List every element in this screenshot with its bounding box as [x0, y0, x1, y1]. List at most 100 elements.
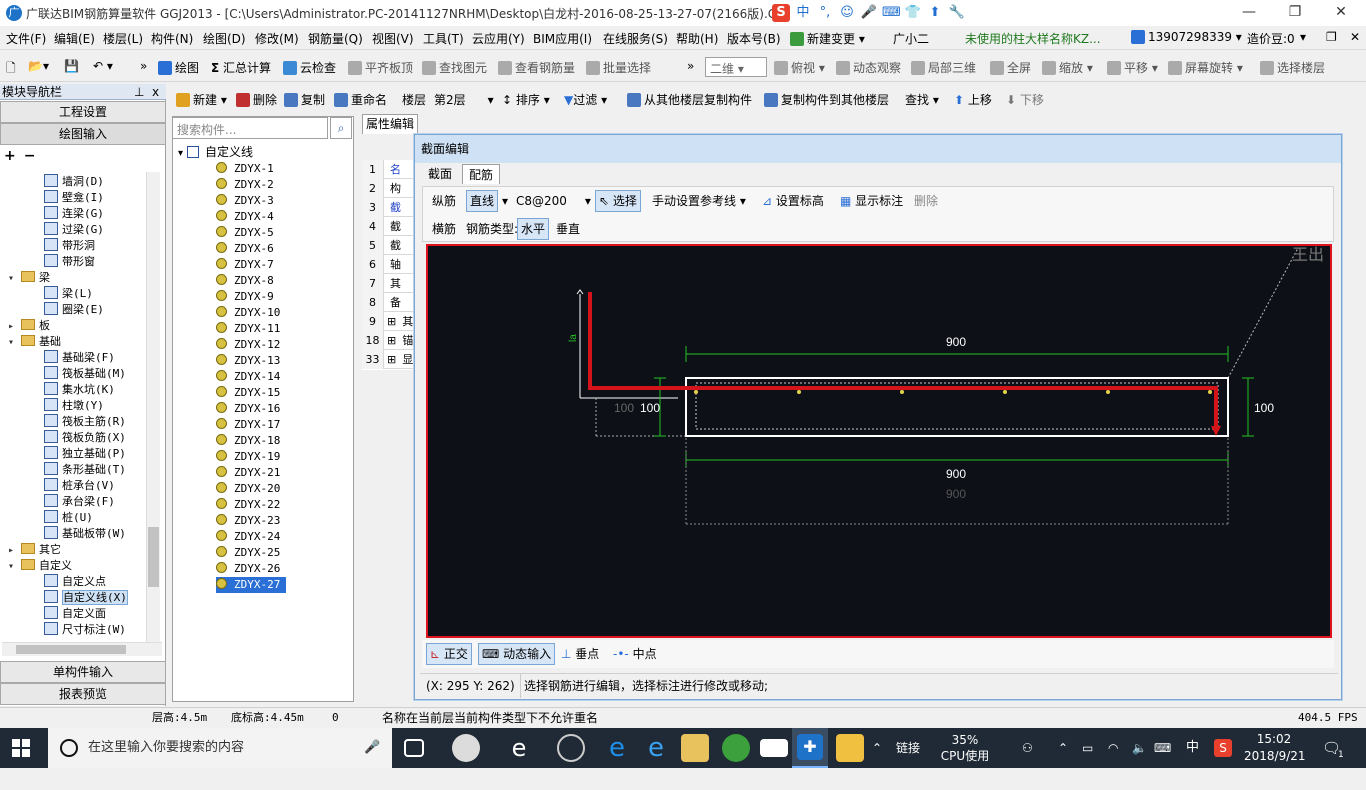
menu-close-icon[interactable]: ✕ [1350, 30, 1360, 44]
rotate-button[interactable]: 屏幕旋转 ▾ [1168, 59, 1243, 76]
module-tree-item[interactable]: 自定义点 [44, 574, 106, 590]
save-icon[interactable]: 💾 [64, 59, 79, 73]
menu-tools[interactable]: 工具(T) [423, 30, 464, 47]
module-tree-item[interactable]: 过梁(G) [44, 222, 104, 238]
set-elevation-button[interactable]: ⊿ 设置标高 [759, 191, 827, 213]
module-tree-item[interactable]: 墙洞(D) [44, 174, 104, 190]
view-mode-select[interactable]: 二维 ▾ [705, 57, 767, 77]
new-file-icon[interactable]: 🗋 [6, 59, 16, 80]
component-list-item[interactable]: ZDYX-15 [216, 385, 280, 401]
ime-voice-icon[interactable]: 🎤 [860, 4, 878, 22]
file-explorer-icon[interactable] [681, 734, 709, 762]
module-tree-item[interactable]: 桩(U) [44, 510, 93, 526]
component-list-item[interactable]: ZDYX-8 [216, 273, 274, 289]
expand-plus-icon[interactable]: ⊞ [387, 334, 396, 347]
cloud-check-button[interactable]: 云检查 [283, 59, 336, 76]
taskbar-search-input[interactable]: 在这里输入你要搜索的内容 🎤 [48, 728, 392, 768]
fan-app-icon[interactable] [452, 734, 480, 762]
component-list-item[interactable]: ZDYX-6 [216, 241, 274, 257]
module-tree-item[interactable]: 基础板带(W) [44, 526, 126, 542]
ime-keyboard-icon[interactable]: ⌨ [882, 4, 901, 22]
floor-select[interactable]: 第2层 ▾ [434, 91, 494, 108]
component-list-item[interactable]: ZDYX-2 [216, 177, 274, 193]
component-list-item[interactable]: ZDYX-23 [216, 513, 280, 529]
module-tree-item[interactable]: 自定义面 [44, 606, 106, 622]
pin-icon[interactable]: ⊥ [134, 84, 144, 100]
level-slab-button[interactable]: 平齐板顶 [348, 59, 413, 76]
menu-online[interactable]: 在线服务(S) [603, 30, 668, 47]
menu-file[interactable]: 文件(F) [6, 30, 46, 47]
module-tree-item[interactable]: 梁(L) [44, 286, 93, 302]
ime-toolbar[interactable]: S 中 °, ☺ 🎤 ⌨ 👕 ⬆ 🔧 [772, 3, 966, 23]
vertical-button[interactable]: 垂直 [553, 219, 583, 241]
copy-component-button[interactable]: 复制 [284, 91, 325, 108]
module-tree-item[interactable]: 筏板主筋(R) [44, 414, 126, 430]
line-mode-dropdown-icon[interactable]: ▾ [499, 191, 511, 213]
search-icon[interactable]: ⌕ [330, 117, 352, 139]
ime-skin-icon[interactable]: 👕 [904, 4, 922, 22]
property-row[interactable]: 3截 [362, 198, 416, 217]
menu-modify[interactable]: 修改(M) [255, 30, 299, 47]
component-list-item[interactable]: ZDYX-4 [216, 209, 274, 225]
component-list-item[interactable]: ZDYX-19 [216, 449, 280, 465]
collapse-all-icon[interactable]: − [24, 148, 36, 164]
component-list-item[interactable]: ZDYX-26 [216, 561, 280, 577]
menu-cloud[interactable]: 云应用(Y) [472, 30, 525, 47]
module-tree-item[interactable]: 圈梁(E) [44, 302, 104, 318]
module-tree-item[interactable]: 尺寸标注(W) [44, 622, 126, 638]
module-tree-item[interactable]: 带形窗 [44, 254, 95, 270]
microphone-icon[interactable]: 🎤 [364, 728, 380, 768]
module-tree-item[interactable]: 承台梁(F) [44, 494, 115, 510]
green-app-icon[interactable] [722, 734, 750, 762]
notes-app-icon[interactable] [836, 734, 864, 762]
module-tree-item[interactable]: ▾ 基础 [8, 334, 61, 350]
component-list-item[interactable]: ZDYX-10 [216, 305, 280, 321]
close-button[interactable]: ✕ [1318, 0, 1364, 26]
notice-text[interactable]: 未使用的柱大样名称KZ... [965, 30, 1101, 47]
dynamic-input-button[interactable]: ⌨ 动态输入 [478, 643, 556, 665]
menu-view[interactable]: 视图(V) [372, 30, 414, 47]
module-tree-item[interactable]: 集水坑(K) [44, 382, 115, 398]
module-tree-item[interactable]: ▾ 梁 [8, 270, 50, 286]
property-row[interactable]: 2构 [362, 179, 416, 198]
component-root[interactable]: ▾ 自定义线 [178, 144, 253, 160]
keyboard-icon[interactable]: ⌨ [1154, 728, 1171, 768]
component-list-item[interactable]: ZDYX-17 [216, 417, 280, 433]
module-tree-item[interactable]: 基础梁(F) [44, 350, 115, 366]
show-mark-button[interactable]: ▦ 显示标注 [837, 191, 906, 213]
assistant-button[interactable]: 广小二 [893, 30, 929, 47]
property-row[interactable]: 33 ⊞ 显 [362, 350, 416, 369]
browser-app-icon[interactable] [557, 734, 585, 762]
ie-icon[interactable]: e [642, 734, 670, 762]
new-component-button[interactable]: 新建 ▾ [176, 91, 227, 108]
component-list-item[interactable]: ZDYX-14 [216, 369, 280, 385]
collapse-arrow-icon[interactable]: ▾ [8, 271, 18, 287]
component-search-input[interactable]: 搜索构件... [172, 117, 328, 139]
component-list-item[interactable]: ZDYX-12 [216, 337, 280, 353]
module-tree-item[interactable]: 柱墩(Y) [44, 398, 104, 414]
undo-icon[interactable]: ↶ ▾ [93, 59, 113, 73]
find-button[interactable]: 查找 ▾ [905, 91, 939, 108]
section-drawing[interactable]: 王出 la 100 900 900 100 100 900 [428, 246, 1330, 636]
collapse-arrow-icon[interactable]: ▾ [8, 559, 18, 575]
expand-arrow-icon[interactable]: ▸ [8, 543, 18, 559]
tray-chevron-icon[interactable]: ⌃ [872, 728, 882, 768]
project-settings-button[interactable]: 工程设置 [0, 101, 166, 123]
windows-start-icon[interactable] [12, 739, 30, 757]
sogou-tray-icon[interactable]: S [1214, 739, 1232, 757]
component-list-item[interactable]: ZDYX-25 [216, 545, 280, 561]
component-list-item[interactable]: ZDYX-18 [216, 433, 280, 449]
move-down-button[interactable]: ⬇ 下移 [1006, 91, 1044, 108]
component-list-item[interactable]: ZDYX-1 [216, 161, 274, 177]
clock[interactable]: 15:02 2018/9/21 [1244, 731, 1306, 771]
select-button[interactable]: ⇖ 选择 [595, 190, 641, 212]
menu-rebar-qty[interactable]: 钢筋量(Q) [308, 30, 363, 47]
ime-emoji-icon[interactable]: ☺ [838, 4, 856, 22]
cpu-usage[interactable]: 35% CPU使用 [940, 732, 990, 772]
module-tree-hscrollbar[interactable] [2, 642, 162, 656]
line-mode-button[interactable]: 直线 [466, 190, 499, 212]
property-edit-tab[interactable]: 属性编辑 [362, 114, 418, 134]
manual-ref-line-button[interactable]: 手动设置参考线 ▾ [649, 191, 749, 213]
component-list-item[interactable]: ZDYX-11 [216, 321, 280, 337]
module-tree-item[interactable]: ▸ 板 [8, 318, 50, 334]
